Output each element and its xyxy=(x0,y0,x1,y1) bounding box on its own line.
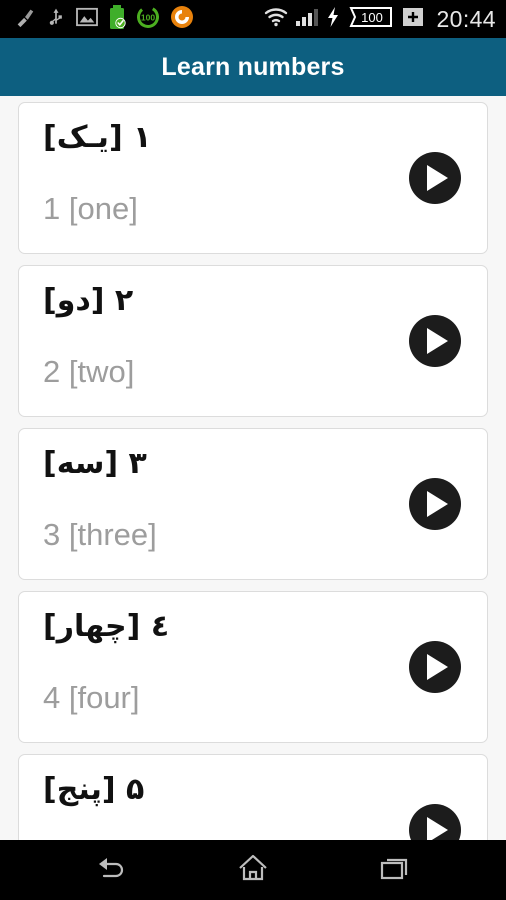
number-native-text: ٤ [چهار] xyxy=(43,609,170,644)
list-item[interactable]: ۱ [یـک] 1 [one] xyxy=(18,102,488,254)
back-button[interactable] xyxy=(71,840,151,900)
list-item[interactable]: ۵ [پنج] 5 [five] xyxy=(18,754,488,840)
number-native-text: ۵ [پنج] xyxy=(43,772,145,807)
play-button[interactable] xyxy=(409,315,461,367)
recents-square-icon xyxy=(379,854,411,887)
play-button[interactable] xyxy=(409,152,461,204)
status-bar: 100 100 20:44 xyxy=(0,0,506,38)
status-bar-notification-icons: 100 xyxy=(14,4,194,34)
android-navigation-bar xyxy=(0,840,506,900)
number-native-text: ۲ [دو] xyxy=(43,283,134,318)
number-latin-text: 1 [one] xyxy=(43,191,138,226)
cellular-signal-icon xyxy=(295,7,319,32)
status-bar-clock: 20:44 xyxy=(436,5,496,32)
play-button[interactable] xyxy=(409,804,461,840)
charging-bolt-icon xyxy=(326,6,340,33)
phone-screen: 100 100 20:44 Learn numbers ۱ [یـک] 1 [o… xyxy=(0,0,506,900)
battery-charged-icon xyxy=(108,4,126,34)
play-icon xyxy=(427,654,448,680)
number-latin-text: 3 [three] xyxy=(43,517,157,552)
home-button[interactable] xyxy=(213,840,293,900)
app-title-bar: Learn numbers xyxy=(0,38,506,96)
home-icon xyxy=(237,853,269,888)
play-icon xyxy=(427,165,448,191)
status-bar-system-icons: 100 20:44 xyxy=(264,5,496,34)
battery-outline-icon: 100 xyxy=(347,5,395,34)
play-icon xyxy=(427,817,448,840)
play-button[interactable] xyxy=(409,641,461,693)
svg-text:100: 100 xyxy=(362,10,384,25)
sync-orange-icon xyxy=(170,5,194,34)
list-item[interactable]: ۳ [سه] 3 [three] xyxy=(18,428,488,580)
play-button[interactable] xyxy=(409,478,461,530)
play-icon xyxy=(427,491,448,517)
number-native-text: ۳ [سه] xyxy=(43,446,147,481)
svg-text:100: 100 xyxy=(141,12,155,22)
recent-apps-button[interactable] xyxy=(355,840,435,900)
back-arrow-icon xyxy=(94,854,128,887)
number-native-text: ۱ [یـک] xyxy=(43,120,152,155)
number-latin-text: 2 [two] xyxy=(43,354,135,389)
broom-icon xyxy=(14,6,36,33)
page-title: Learn numbers xyxy=(161,52,345,81)
number-latin-text: 4 [four] xyxy=(43,680,140,715)
list-item[interactable]: ٤ [چهار] 4 [four] xyxy=(18,591,488,743)
usb-icon xyxy=(46,6,66,33)
image-icon xyxy=(76,7,98,32)
battery-plus-icon xyxy=(402,5,424,34)
wifi-icon xyxy=(264,7,288,32)
play-icon xyxy=(427,328,448,354)
numbers-list[interactable]: ۱ [یـک] 1 [one] ۲ [دو] 2 [two] ۳ [سه] 3 … xyxy=(0,96,506,840)
battery-percent-circle-icon: 100 xyxy=(136,5,160,34)
list-item[interactable]: ۲ [دو] 2 [two] xyxy=(18,265,488,417)
